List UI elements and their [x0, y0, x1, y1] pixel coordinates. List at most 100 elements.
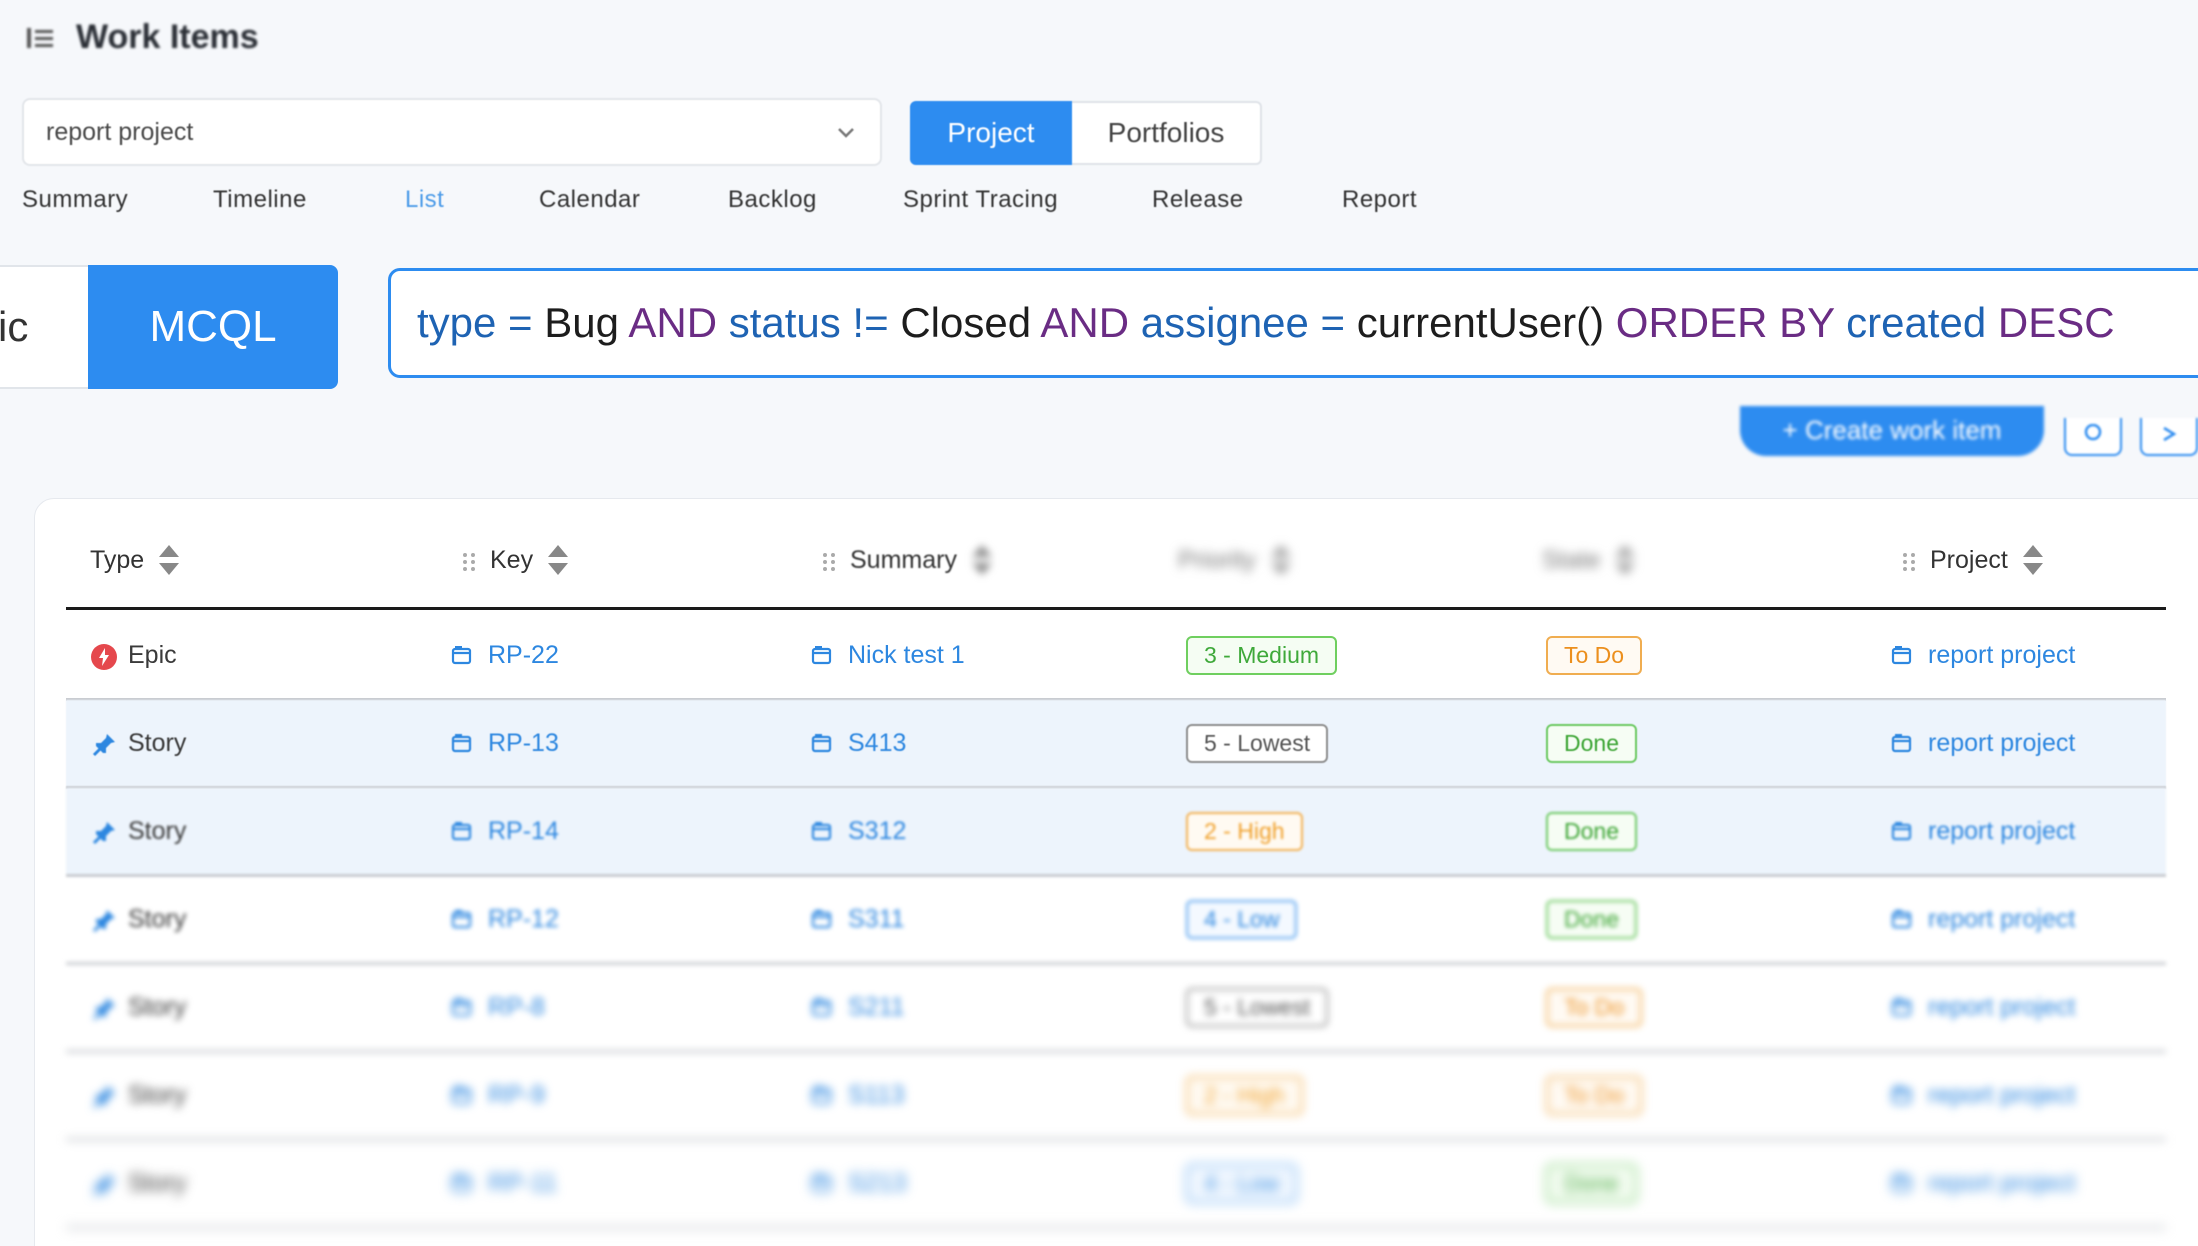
cell-summary[interactable]: S211 [810, 964, 905, 1050]
drag-handle-icon[interactable] [462, 550, 476, 571]
cell-project[interactable]: report project [1890, 1140, 2075, 1226]
work-item-summary-link[interactable]: S211 [848, 993, 905, 1022]
cell-summary[interactable]: S311 [810, 876, 905, 962]
work-item-summary-link[interactable]: S113 [848, 1081, 905, 1110]
cell-type: Story [90, 1140, 186, 1226]
cell-summary[interactable]: S213 [810, 1140, 906, 1226]
tab-sprint-tracing[interactable]: Sprint Tracing [903, 186, 1058, 214]
work-item-summary-link[interactable]: S312 [848, 817, 906, 846]
work-item-link-icon [810, 643, 834, 667]
project-select[interactable]: report project [22, 98, 882, 166]
query-mode-mcql-button[interactable]: MCQL [88, 265, 338, 389]
cell-summary[interactable]: S413 [810, 700, 906, 786]
scope-portfolios-button[interactable]: Portfolios [1072, 101, 1262, 165]
cell-project[interactable]: report project [1890, 612, 2075, 698]
cell-key[interactable]: RP-9 [450, 1052, 545, 1138]
cell-key[interactable]: RP-8 [450, 964, 545, 1050]
tab-calendar[interactable]: Calendar [539, 186, 640, 214]
cell-state: To Do [1546, 612, 1643, 698]
cell-key[interactable]: RP-14 [450, 788, 559, 874]
query-token: AND [619, 299, 729, 346]
cell-project[interactable]: report project [1890, 876, 2075, 962]
work-item-key-link[interactable]: RP-13 [488, 729, 559, 758]
work-item-key-link[interactable]: RP-9 [488, 1081, 545, 1110]
scope-project-button[interactable]: Project [910, 101, 1072, 165]
drag-handle-icon[interactable] [822, 550, 836, 571]
epic-icon [90, 643, 117, 670]
project-link[interactable]: report project [1928, 817, 2075, 846]
project-link[interactable]: report project [1928, 641, 2075, 670]
tab-backlog[interactable]: Backlog [728, 186, 817, 214]
work-item-summary-link[interactable]: S413 [848, 729, 906, 758]
story-pin-icon [90, 731, 115, 757]
work-item-key-link[interactable]: RP-12 [488, 905, 559, 934]
table-row[interactable]: Story RP-12 S311 4 - Low Done report project [66, 876, 2166, 965]
work-item-summary-link[interactable]: Nick test 1 [848, 641, 965, 670]
settings-button[interactable] [2064, 418, 2122, 456]
table-row[interactable]: Story RP-14 S312 2 - High Done report project [66, 788, 2166, 877]
cell-summary[interactable]: S312 [810, 788, 906, 874]
tab-release[interactable]: Release [1152, 186, 1244, 214]
cell-project[interactable]: report project [1890, 788, 2075, 874]
sort-icon[interactable] [1614, 543, 1636, 577]
create-work-item-button[interactable]: + Create work item [1740, 406, 2044, 456]
work-item-key-link[interactable]: RP-11 [488, 1169, 557, 1198]
work-item-link-icon [450, 1171, 474, 1195]
cell-summary[interactable]: S113 [810, 1052, 905, 1138]
cell-key[interactable]: RP-12 [450, 876, 559, 962]
state-badge: To Do [1546, 1075, 1643, 1115]
work-item-summary-link[interactable]: S213 [848, 1169, 906, 1198]
work-item-key-link[interactable]: RP-8 [488, 993, 545, 1022]
cell-key[interactable]: RP-11 [450, 1140, 557, 1226]
work-item-link-icon [810, 1083, 834, 1107]
table-row[interactable]: Epic RP-22 Nick test 1 3 - Medium To Do repor… [66, 612, 2166, 701]
cell-project[interactable]: report project [1890, 1052, 2075, 1138]
project-link[interactable]: report project [1928, 1169, 2075, 1198]
mcql-query-input[interactable]: type = Bug AND status != Closed AND assi… [388, 268, 2198, 378]
priority-badge: 4 - Low [1186, 1163, 1298, 1203]
column-header-summary[interactable]: Summary [822, 530, 993, 590]
query-mode-basic-label: ic [0, 303, 29, 350]
cell-key[interactable]: RP-13 [450, 700, 559, 786]
collapse-menu-icon[interactable] [26, 26, 56, 50]
story-pin-icon [90, 819, 115, 845]
cell-summary[interactable]: Nick test 1 [810, 612, 965, 698]
priority-badge: 5 - Lowest [1186, 723, 1329, 763]
work-item-key-link[interactable]: RP-14 [488, 817, 559, 846]
work-item-key-link[interactable]: RP-22 [488, 641, 559, 670]
tab-summary[interactable]: Summary [22, 186, 128, 214]
project-link[interactable]: report project [1928, 1081, 2075, 1110]
table-row[interactable]: Story RP-11 S213 4 - Low Done report project [66, 1140, 2166, 1229]
sort-icon[interactable] [547, 543, 569, 577]
cell-key[interactable]: RP-22 [450, 612, 559, 698]
sort-icon[interactable] [1270, 543, 1292, 577]
drag-handle-icon[interactable] [1902, 550, 1916, 571]
project-link[interactable]: report project [1928, 993, 2075, 1022]
priority-badge: 5 - Lowest [1186, 987, 1329, 1027]
cell-project[interactable]: report project [1890, 964, 2075, 1050]
tab-list[interactable]: List [405, 186, 444, 214]
export-button[interactable] [2140, 418, 2198, 456]
sort-icon[interactable] [158, 543, 180, 577]
column-header-key[interactable]: Key [462, 530, 569, 590]
cell-type: Story [90, 964, 186, 1050]
sort-icon[interactable] [971, 543, 993, 577]
cell-priority: 3 - Medium [1186, 612, 1338, 698]
column-priority-label: Priority [1178, 545, 1256, 574]
query-mode-basic-button[interactable]: ic [0, 265, 90, 389]
column-header-state[interactable]: State [1542, 530, 1636, 590]
cell-project[interactable]: report project [1890, 700, 2075, 786]
work-item-summary-link[interactable]: S311 [848, 905, 905, 934]
table-row[interactable]: Story RP-8 S211 5 - Lowest To Do report proje… [66, 964, 2166, 1053]
project-link[interactable]: report project [1928, 905, 2075, 934]
page-header: Work Items [26, 18, 259, 57]
column-header-type[interactable]: Type [90, 530, 180, 590]
column-header-priority[interactable]: Priority [1178, 530, 1292, 590]
tab-report[interactable]: Report [1342, 186, 1417, 214]
project-link[interactable]: report project [1928, 729, 2075, 758]
sort-icon[interactable] [2022, 543, 2044, 577]
table-row[interactable]: Story RP-13 S413 5 - Lowest Done report proje… [66, 700, 2166, 789]
table-row[interactable]: Story RP-9 S113 2 - High To Do report project [66, 1052, 2166, 1141]
tab-timeline[interactable]: Timeline [213, 186, 307, 214]
column-header-project[interactable]: Project [1902, 530, 2044, 590]
